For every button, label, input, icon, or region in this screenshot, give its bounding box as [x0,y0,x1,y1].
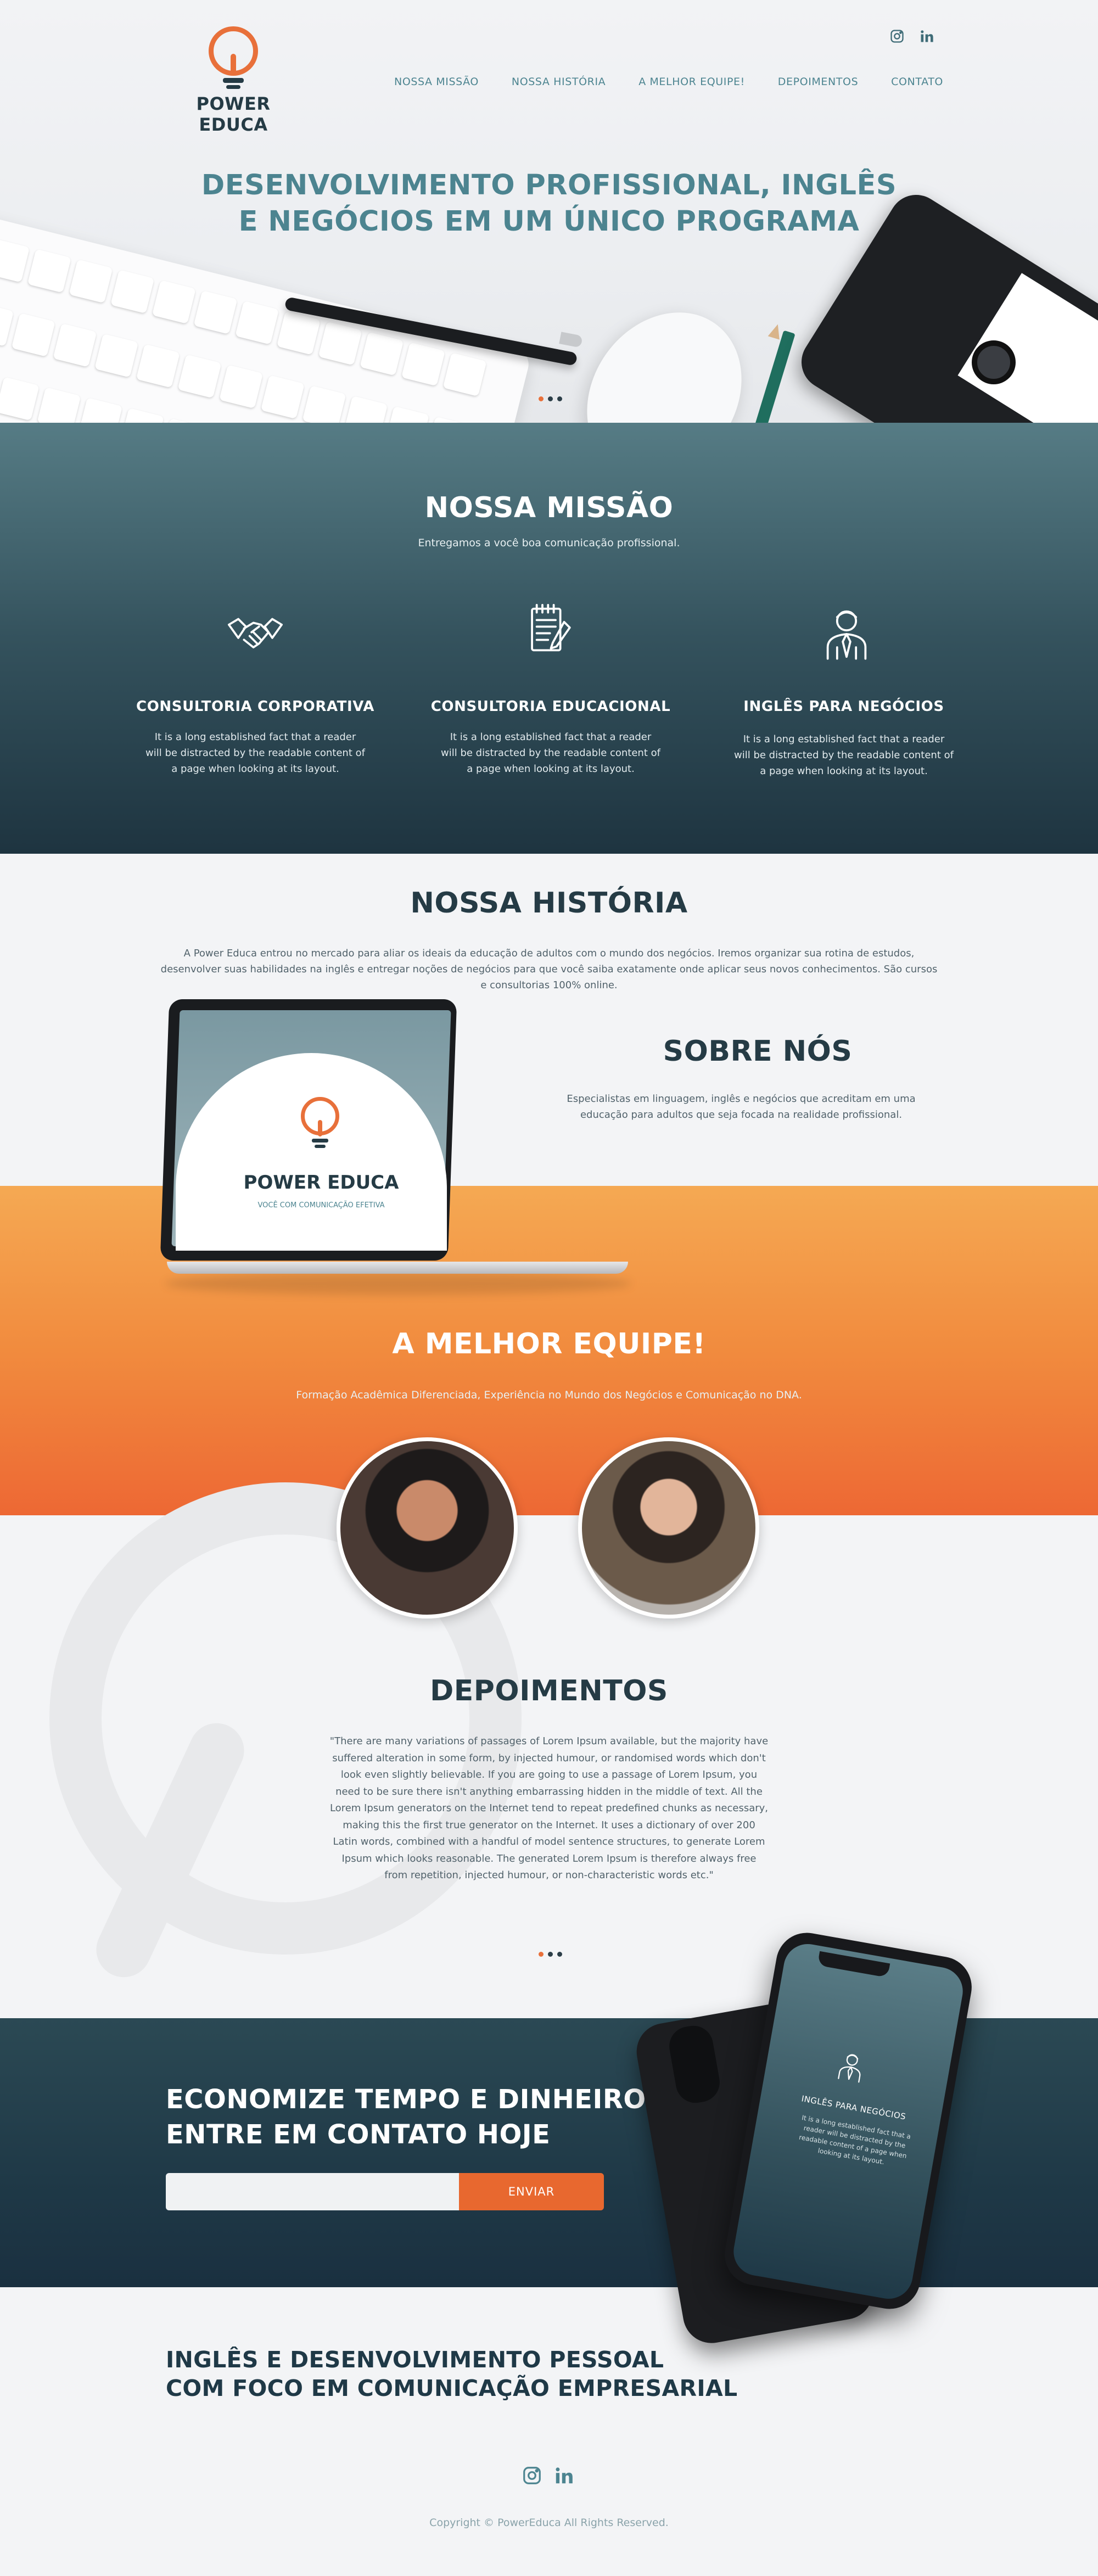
hero-slider-dot-2[interactable] [548,396,553,401]
historia-title: NOSSA HISTÓRIA [410,887,688,920]
copyright-text: Copyright © PowerEduca All Rights Reserv… [429,2517,669,2529]
feature-text-ingles: It is a long established fact that a rea… [734,733,954,777]
pencil-image [748,330,796,423]
historia-text: A Power Educa entrou no mercado para ali… [160,948,938,991]
footer-tagline-line1: INGLÊS E DESENVOLVIMENTO PESSOAL [166,2347,664,2373]
footer-tagline-line2: COM FOCO EM COMUNICAÇÃO EMPRESARIAL [166,2375,738,2401]
pen-tip-image [559,332,583,348]
feature-title-educacional: CONSULTORIA EDUCACIONAL [430,698,671,715]
instagram-icon[interactable] [522,2465,542,2486]
businessman-icon [826,610,867,660]
sobre-text: Especialistas em linguagem, inglês e neg… [567,1093,916,1121]
businessman-icon [838,2054,861,2083]
hero-slider-dot-1[interactable] [539,396,544,401]
logo-bulb-stem [231,54,236,76]
email-input[interactable] [166,2173,459,2210]
send-button[interactable]: ENVIAR [459,2173,604,2210]
missao-subtitle: Entregamos a você boa comunicação profis… [418,537,680,549]
handshake-icon [227,618,283,648]
hero-title-line1: DESENVOLVIMENTO PROFISSIONAL, INGLÊS [201,169,897,201]
logo-text[interactable]: POWER EDUCA [165,93,302,135]
feature-title-corporativa: CONSULTORIA CORPORATIVA [136,698,374,715]
laptop-shadow [165,1273,631,1295]
planner-ring-image [972,340,1016,384]
nav-melhor-equipe[interactable]: A MELHOR EQUIPE! [638,76,745,92]
feature-title-ingles: INGLÊS PARA NEGÓCIOS [743,698,944,715]
team-member-avatar-1[interactable] [337,1437,518,1619]
logo-bulb-base [226,85,240,89]
footer-tagline: INGLÊS E DESENVOLVIMENTO PESSOAL COM FOC… [166,2345,770,2403]
nav-contato[interactable]: CONTATO [891,76,943,92]
depoimentos-slider-dot-1[interactable] [539,1952,544,1957]
missao-title: NOSSA MISSÃO [424,491,674,524]
linkedin-icon[interactable] [919,29,934,44]
contato-title-line2: ENTRE EM CONTATO HOJE [166,2119,551,2150]
laptop-base [167,1262,628,1274]
feature-text-educacional: It is a long established fact that a rea… [441,731,660,775]
hero-slider-dots [539,396,562,401]
depoimentos-title: DEPOIMENTOS [430,1675,668,1707]
contato-title-line1: ECONOMIZE TEMPO E DINHEIRO [166,2084,646,2115]
feature-text-corporativa: It is a long established fact that a rea… [145,731,365,775]
equipe-subtitle: Formação Acadêmica Diferenciada, Experiê… [296,1389,802,1401]
mouse-image [555,282,774,423]
keyboard-image [0,214,533,423]
nav-nossa-missao[interactable]: NOSSA MISSÃO [394,76,479,92]
nav-depoimentos[interactable]: DEPOIMENTOS [778,76,858,92]
sobre-title: SOBRE NÓS [663,1035,853,1068]
hero-slider-dot-3[interactable] [557,396,562,401]
logo-bulb-base [223,78,244,83]
instagram-icon[interactable] [889,29,905,44]
main-nav: NOSSA MISSÃO NOSSA HISTÓRIA A MELHOR EQU… [394,76,943,92]
hero-title-line2: E NEGÓCIOS EM UM ÚNICO PROGRAMA [238,205,860,238]
depoimentos-slider-dot-2[interactable] [548,1952,553,1957]
equipe-title: A MELHOR EQUIPE! [392,1328,706,1360]
depoimentos-slider-dot-3[interactable] [557,1952,562,1957]
depoimento-quote: "There are many variations of passages o… [329,1735,769,1881]
laptop-logo-base [312,1139,328,1143]
document-pen-icon [531,603,571,652]
hero-title: DESENVOLVIMENTO PROFISSIONAL, INGLÊS E N… [110,167,988,240]
depoimentos-slider-dots [539,1952,562,1957]
nav-nossa-historia[interactable]: NOSSA HISTÓRIA [512,76,606,92]
laptop-brand-name: POWER EDUCA [243,1172,399,1194]
team-member-avatar-2[interactable] [578,1437,759,1619]
linkedin-icon[interactable] [553,2465,574,2486]
laptop-slogan: VOCÊ COM COMUNICAÇÃO EFETIVA [257,1201,385,1209]
contato-title: ECONOMIZE TEMPO E DINHEIRO ENTRE EM CONT… [166,2082,660,2152]
laptop-logo-stem [318,1120,322,1136]
laptop-logo-base [315,1145,326,1148]
